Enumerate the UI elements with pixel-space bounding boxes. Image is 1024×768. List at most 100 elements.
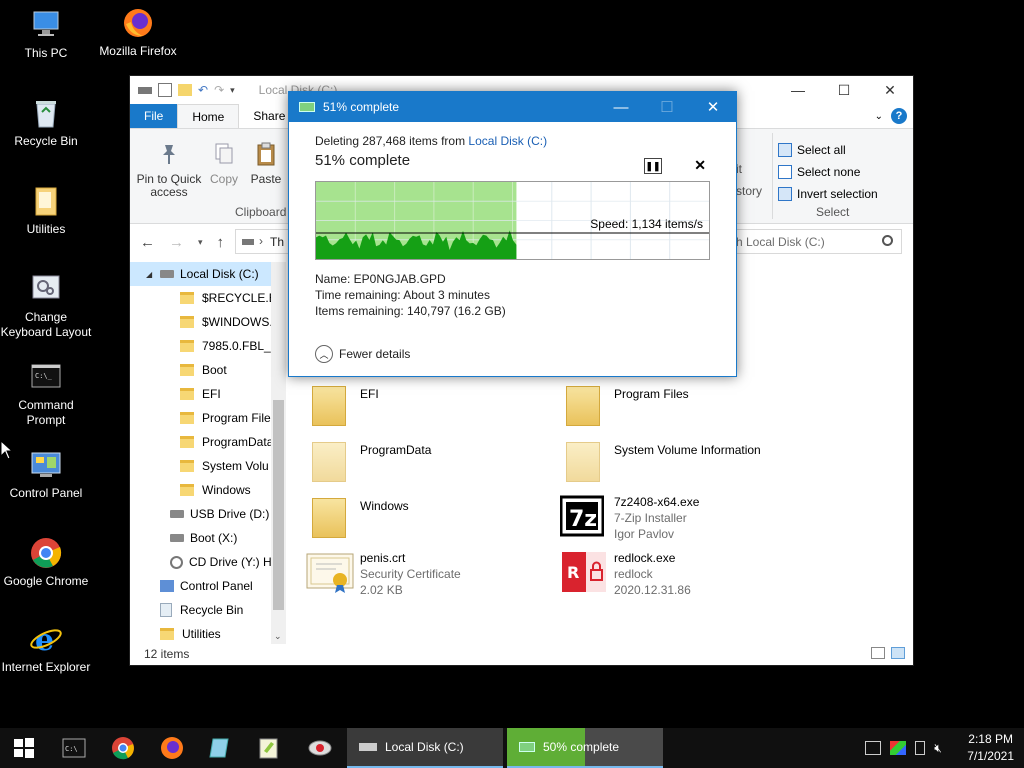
clock[interactable]: 2:18 PM 7/1/2021 xyxy=(967,731,1014,765)
file-item-certificate[interactable]: penis.crt Security Certificate 2.02 KB xyxy=(306,550,461,598)
nav-item-utilities[interactable]: Utilities xyxy=(130,622,286,644)
taskbar-progress-task[interactable]: 50% complete xyxy=(507,728,663,768)
properties-icon[interactable] xyxy=(158,83,172,97)
file-item-program-files[interactable]: Program Files xyxy=(560,386,689,430)
taskbar-notepad-icon[interactable] xyxy=(206,734,234,762)
7zip-icon: 7z xyxy=(559,494,605,538)
progress-window-icon xyxy=(519,742,535,752)
desktop-icon-utilities[interactable]: Utilities xyxy=(0,184,92,237)
taskbar-chrome-icon[interactable] xyxy=(109,734,137,762)
network-icon[interactable] xyxy=(865,741,882,755)
taskbar-explorer-task[interactable]: Local Disk (C:) xyxy=(347,728,503,768)
usb-drive-icon xyxy=(170,510,184,518)
large-icons-view-icon[interactable] xyxy=(891,647,905,659)
pause-button[interactable]: ❚❚ xyxy=(644,158,662,174)
desktop-icon-change-keyboard-layout[interactable]: Change Keyboard Layout xyxy=(0,272,92,340)
ribbon-partial-2[interactable]: story xyxy=(736,184,762,198)
redo-icon[interactable]: ↷ xyxy=(214,83,224,97)
dialog-minimize-button[interactable]: — xyxy=(598,92,644,122)
control-panel-icon xyxy=(160,580,174,592)
volume-muted-icon[interactable]: 🔇︎ xyxy=(934,741,952,755)
delete-progress-dialog[interactable]: 51% complete — ☐ ✕ Deleting 287,468 item… xyxy=(288,91,737,377)
taskbar-notepadpp-icon[interactable] xyxy=(255,734,283,762)
file-item-7zip-installer[interactable]: 7z 7z2408-x64.exe 7-Zip Installer Igor P… xyxy=(559,494,699,542)
recent-dropdown-icon[interactable]: ▾ xyxy=(198,237,203,248)
current-file-name: Name: EP0NGJAB.GPD xyxy=(315,272,446,286)
svg-text:R: R xyxy=(567,563,579,582)
dialog-close-button[interactable]: ✕ xyxy=(690,92,736,122)
nav-item-folder[interactable]: EFI xyxy=(130,382,286,406)
desktop-icon-label: Command Prompt xyxy=(18,398,74,427)
taskbar-tool-icon[interactable] xyxy=(306,734,334,762)
close-button[interactable]: ✕ xyxy=(867,76,913,104)
select-all-button[interactable]: Select all xyxy=(778,139,878,161)
maximize-button[interactable]: ☐ xyxy=(821,76,867,104)
dialog-maximize-button[interactable]: ☐ xyxy=(644,92,690,122)
desktop-icon-firefox[interactable]: Mozilla Firefox xyxy=(92,6,184,59)
tab-home[interactable]: Home xyxy=(177,104,240,128)
file-item-efi[interactable]: EFI xyxy=(306,386,379,430)
folder-icon xyxy=(180,412,194,424)
nav-item-folder[interactable]: 7985.0.FBL_GI xyxy=(130,334,286,358)
source-link[interactable]: Local Disk (C:) xyxy=(468,134,547,148)
desktop-icon-control-panel[interactable]: Control Panel xyxy=(0,448,92,501)
undo-icon[interactable]: ↶ xyxy=(198,83,208,97)
address-text: Th xyxy=(270,235,285,249)
invert-selection-button[interactable]: Invert selection xyxy=(778,183,878,205)
desktop-icon-label: Mozilla Firefox xyxy=(99,44,177,58)
minimize-button[interactable]: — xyxy=(775,76,821,104)
speed-graph-svg: Speed: 1,134 items/s xyxy=(316,182,709,259)
search-input[interactable]: h Local Disk (C:) xyxy=(727,229,902,254)
nav-item-cd-drive[interactable]: CD Drive (Y:) H xyxy=(130,550,286,574)
taskbar-firefox-icon[interactable] xyxy=(158,734,186,762)
taskbar-cmd-icon[interactable]: C:\ xyxy=(60,734,88,762)
nav-scrollbar-thumb[interactable] xyxy=(273,400,284,610)
nav-item-folder[interactable]: $WINDOWS.~ xyxy=(130,310,286,334)
desktop-icon-command-prompt[interactable]: C:\_ Command Prompt xyxy=(0,360,92,428)
nav-item-folder[interactable]: Windows xyxy=(130,478,286,502)
nav-scrollbar[interactable]: ⌄ xyxy=(271,262,286,644)
back-icon[interactable]: ← xyxy=(140,234,155,251)
desktop-icon-this-pc[interactable]: This PC xyxy=(0,8,92,61)
nav-item-boot-drive[interactable]: Boot (X:) xyxy=(130,526,286,550)
usb-eject-icon[interactable] xyxy=(915,741,926,755)
nav-item-local-disk[interactable]: ◢ Local Disk (C:) xyxy=(130,262,286,286)
pin-quick-access-button[interactable]: Pin to Quick access xyxy=(136,141,202,199)
nav-item-control-panel[interactable]: Control Panel xyxy=(130,574,286,598)
scroll-down-icon[interactable]: ⌄ xyxy=(274,631,282,642)
file-item-programdata[interactable]: ProgramData xyxy=(306,442,431,486)
expand-ribbon-icon[interactable]: ⌄ xyxy=(875,111,883,122)
dialog-window-controls: — ☐ ✕ xyxy=(598,92,736,122)
nav-item-folder[interactable]: System Volu xyxy=(130,454,286,478)
select-group: Select all Select none Invert selection xyxy=(778,139,878,205)
qat-dropdown-icon[interactable]: ▾ xyxy=(230,85,235,96)
nav-item-folder[interactable]: ProgramData xyxy=(130,430,286,454)
ribbon-help-area: ⌄ ? xyxy=(875,108,907,124)
nav-item-folder[interactable]: Program Files xyxy=(130,406,286,430)
file-item-windows[interactable]: Windows xyxy=(306,498,409,542)
tab-file[interactable]: File xyxy=(130,104,178,128)
drive-icon xyxy=(170,534,184,542)
file-item-redlock[interactable]: R redlock.exe redlock 2020.12.31.86 xyxy=(560,550,691,598)
cancel-operation-button[interactable]: ✕ xyxy=(694,157,706,174)
details-view-icon[interactable] xyxy=(871,647,885,659)
desktop-icon-google-chrome[interactable]: Google Chrome xyxy=(0,536,92,589)
copy-button[interactable]: Copy xyxy=(206,141,242,186)
forward-icon[interactable]: → xyxy=(169,234,184,251)
desktop-icon-internet-explorer[interactable]: e Internet Explorer xyxy=(0,622,92,675)
nav-item-recycle-bin[interactable]: Recycle Bin xyxy=(130,598,286,622)
new-folder-icon[interactable] xyxy=(178,84,192,96)
nav-item-folder[interactable]: Boot xyxy=(130,358,286,382)
nav-item-folder[interactable]: $RECYCLE.BIN xyxy=(130,286,286,310)
fewer-details-toggle[interactable]: ︿ Fewer details xyxy=(289,331,736,376)
help-icon[interactable]: ? xyxy=(891,108,907,124)
desktop-icon-recycle-bin[interactable]: Recycle Bin xyxy=(0,96,92,149)
up-icon[interactable]: ↑ xyxy=(217,234,225,251)
start-button[interactable] xyxy=(10,734,38,762)
select-none-button[interactable]: Select none xyxy=(778,161,878,183)
color-app-icon[interactable] xyxy=(890,741,907,755)
dialog-title-bar: 51% complete — ☐ ✕ xyxy=(289,92,736,122)
file-item-system-volume-information[interactable]: System Volume Information xyxy=(560,442,761,486)
paste-button[interactable]: Paste xyxy=(248,141,284,186)
nav-item-usb-drive[interactable]: USB Drive (D:) xyxy=(130,502,286,526)
